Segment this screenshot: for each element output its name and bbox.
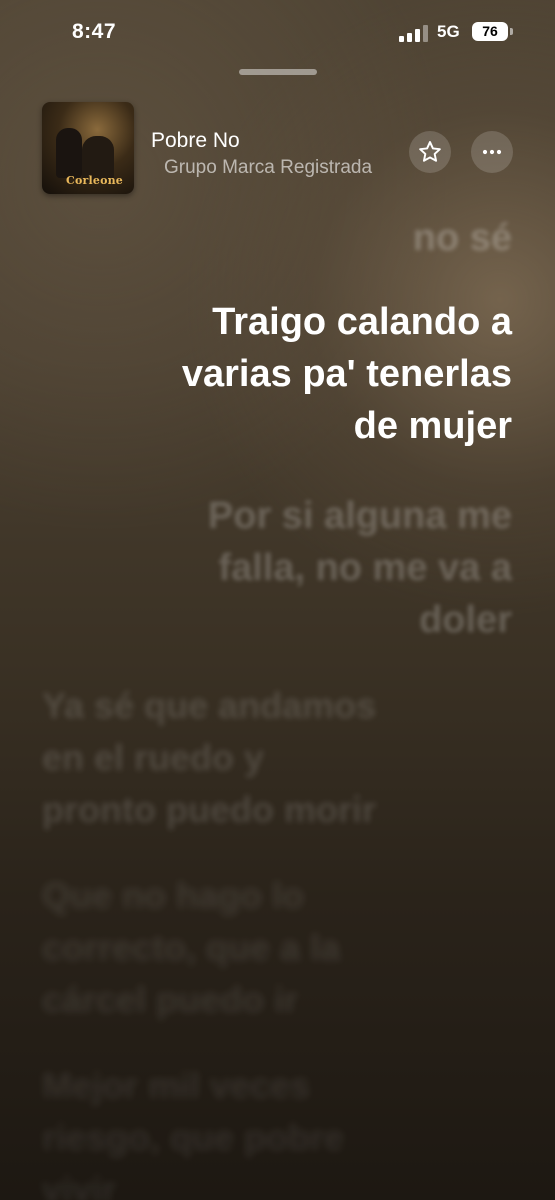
song-artist[interactable]: Grupo Marca Registrada: [164, 157, 400, 179]
album-artwork[interactable]: Corleone: [42, 102, 134, 194]
artwork-figure: [56, 128, 82, 178]
lyric-line[interactable]: Mejor mil veces riesgo, que pobre vivir: [42, 1060, 462, 1200]
lyric-line-previous[interactable]: no sé: [413, 212, 512, 264]
cellular-signal-icon: [399, 24, 429, 42]
song-title[interactable]: Pobre No: [151, 129, 240, 153]
lyric-line-current[interactable]: Traigo calando a varias pa' tenerlas de …: [182, 296, 512, 452]
lyric-line[interactable]: Ya sé que andamos en el ruedo y pronto p…: [42, 680, 462, 836]
lyric-line-next[interactable]: Por si alguna me falla, no me va a doler: [112, 490, 512, 646]
sheet-grabber[interactable]: [239, 69, 317, 75]
status-bar: 8:47 5G 76: [0, 0, 555, 62]
battery-icon: 76: [472, 22, 508, 41]
star-icon: [419, 141, 441, 162]
network-type: 5G: [437, 22, 460, 41]
more-options-button[interactable]: [471, 131, 513, 173]
status-time: 8:47: [72, 20, 117, 43]
artwork-logo-text: Corleone: [66, 174, 123, 187]
lyric-line[interactable]: Que no hago lo correcto, que a la cárcel…: [42, 870, 462, 1026]
ellipsis-icon: [482, 149, 502, 155]
favorite-button[interactable]: [409, 131, 451, 173]
battery-cap: [510, 28, 513, 35]
